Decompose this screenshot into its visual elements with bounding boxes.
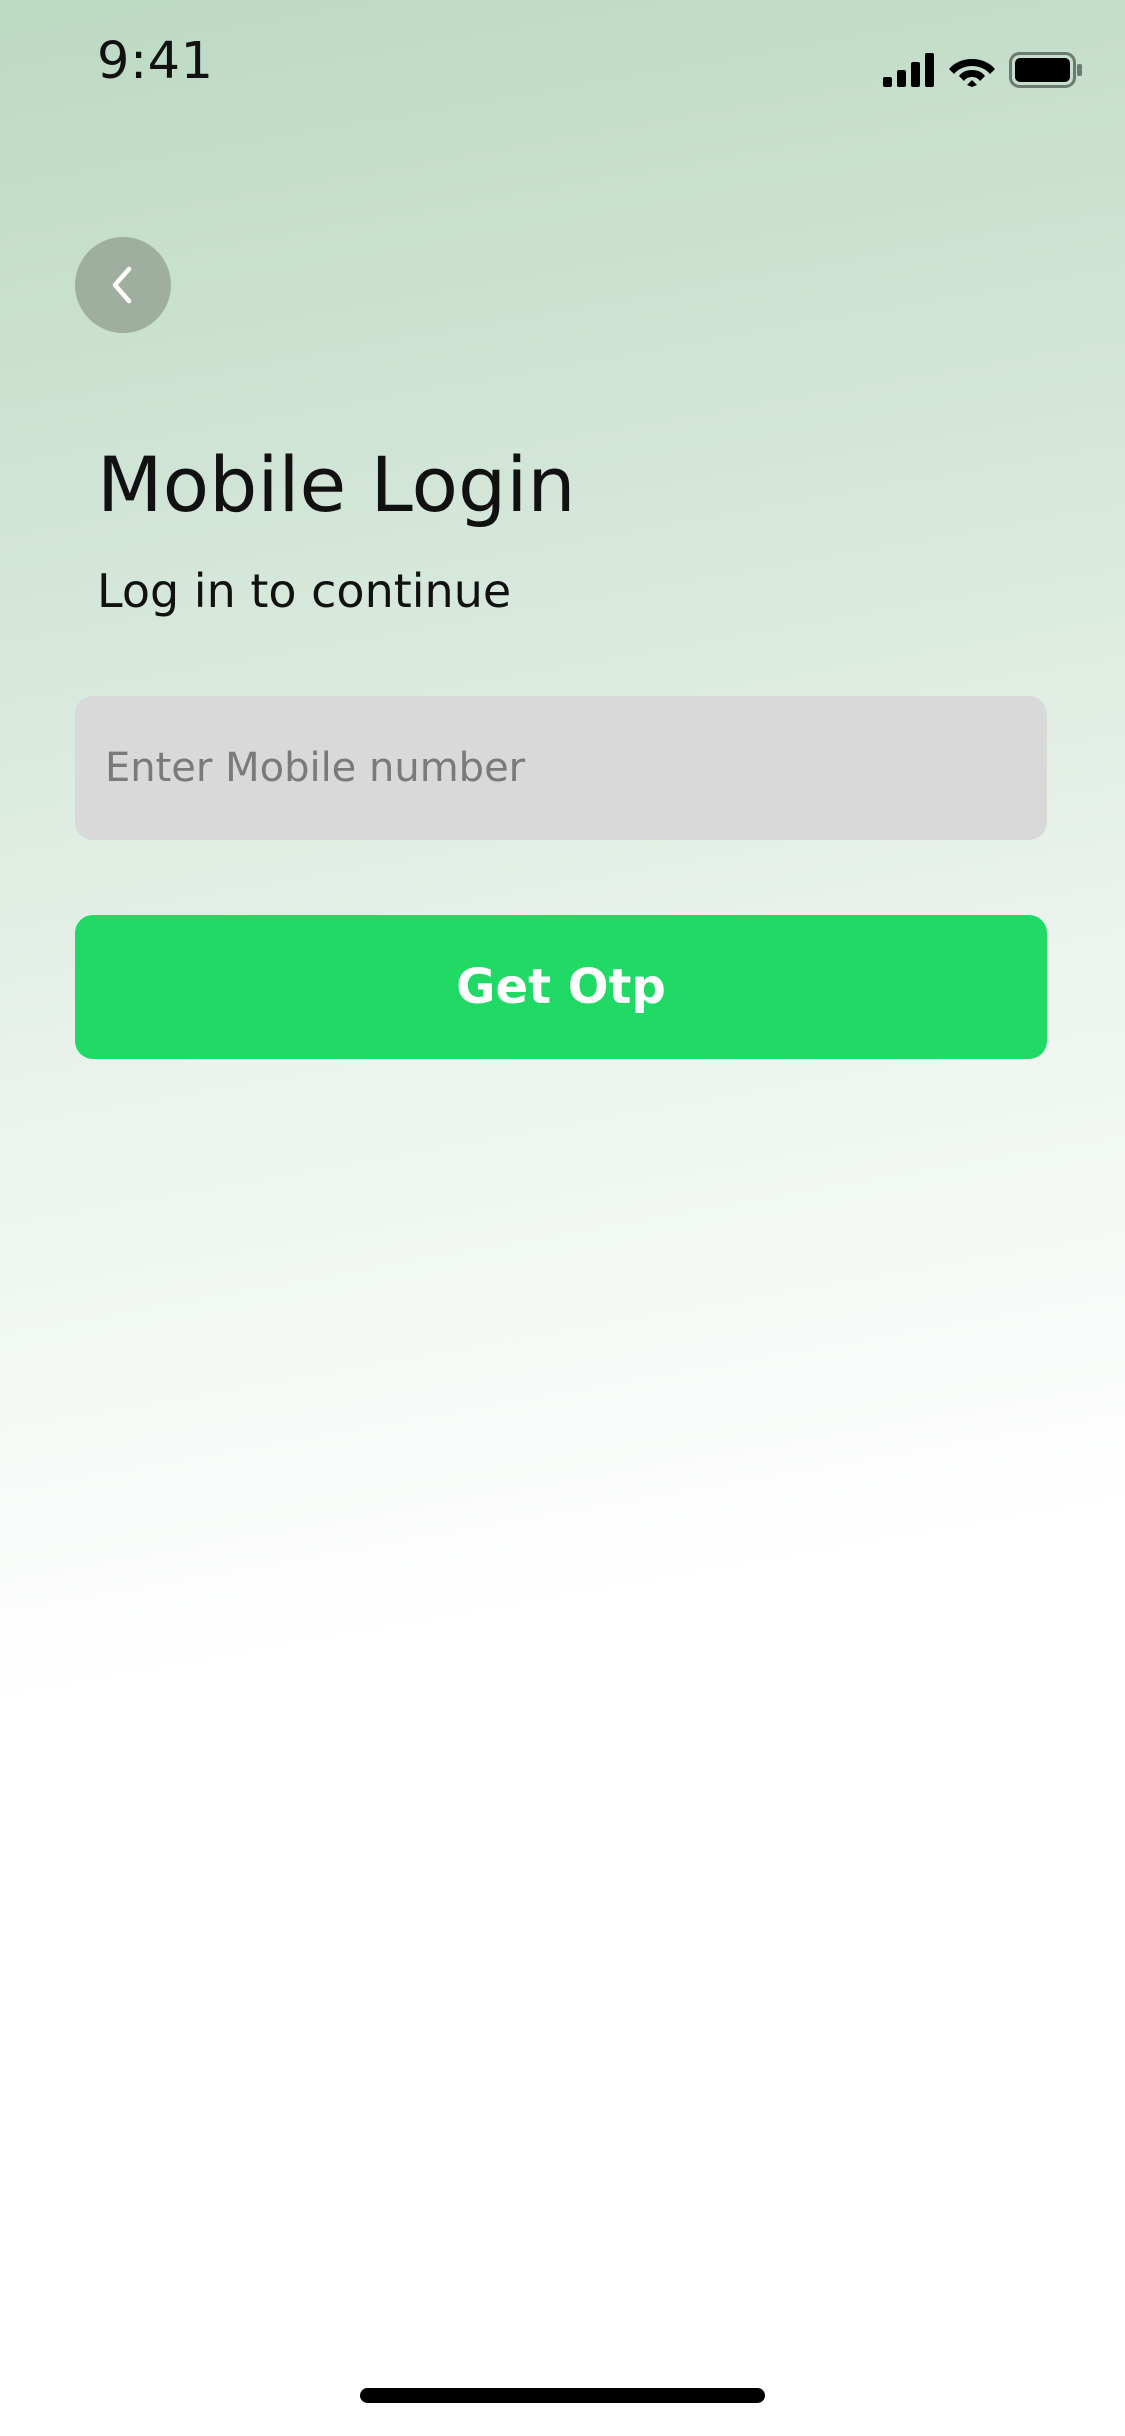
- chevron-left-icon: [112, 266, 132, 304]
- back-button[interactable]: [75, 237, 171, 333]
- get-otp-button[interactable]: Get Otp: [75, 915, 1047, 1059]
- page-subtitle: Log in to continue: [97, 564, 512, 618]
- page-title: Mobile Login: [97, 440, 576, 529]
- cellular-signal-icon: [883, 53, 934, 87]
- status-bar: 9:41: [0, 0, 1125, 132]
- wifi-icon: [949, 59, 995, 87]
- home-indicator: [360, 2388, 765, 2403]
- battery-icon: [1009, 52, 1082, 88]
- mobile-login-screen: 9:41 Mobile Login Log in to continue Ent…: [0, 0, 1125, 2436]
- mobile-number-input[interactable]: [75, 696, 1047, 840]
- status-time: 9:41: [97, 32, 214, 91]
- status-icons: [883, 50, 1083, 90]
